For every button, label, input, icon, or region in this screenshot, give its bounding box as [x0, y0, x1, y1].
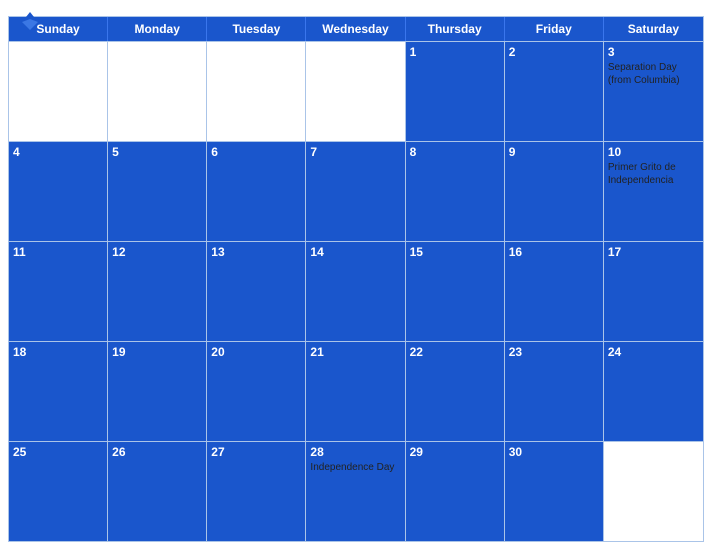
holiday-label: Primer Grito de Independencia: [608, 161, 699, 187]
day-number: 3: [608, 45, 699, 59]
table-row: 16: [505, 242, 604, 341]
table-row: 2: [505, 42, 604, 141]
table-row: 12: [108, 242, 207, 341]
day-number: 24: [608, 345, 699, 359]
calendar-week-5: 25 26 27 28 Independence Day 29 30: [9, 441, 703, 541]
table-row: [306, 42, 405, 141]
table-row: 6: [207, 142, 306, 241]
day-number: 16: [509, 245, 599, 259]
table-row: 7: [306, 142, 405, 241]
logo-icon: [16, 8, 44, 36]
day-number: 19: [112, 345, 202, 359]
table-row: 28 Independence Day: [306, 442, 405, 541]
table-row: 29: [406, 442, 505, 541]
day-number: 28: [310, 445, 400, 459]
table-row: 22: [406, 342, 505, 441]
calendar-header: [0, 0, 712, 16]
day-number: 30: [509, 445, 599, 459]
day-number: 12: [112, 245, 202, 259]
table-row: [108, 42, 207, 141]
day-number: 29: [410, 445, 500, 459]
table-row: 23: [505, 342, 604, 441]
day-number: 1: [410, 45, 500, 59]
day-number: 21: [310, 345, 400, 359]
table-row: 9: [505, 142, 604, 241]
table-row: [9, 42, 108, 141]
day-number: 11: [13, 245, 103, 259]
table-row: 18: [9, 342, 108, 441]
day-number: 20: [211, 345, 301, 359]
weekday-header-thursday: Thursday: [406, 17, 505, 41]
table-row: 30: [505, 442, 604, 541]
table-row: 27: [207, 442, 306, 541]
day-number: 6: [211, 145, 301, 159]
day-number: 8: [410, 145, 500, 159]
weekday-header-friday: Friday: [505, 17, 604, 41]
table-row: [207, 42, 306, 141]
table-row: 11: [9, 242, 108, 341]
weekday-header-tuesday: Tuesday: [207, 17, 306, 41]
table-row: 10 Primer Grito de Independencia: [604, 142, 703, 241]
day-number: 22: [410, 345, 500, 359]
table-row: 8: [406, 142, 505, 241]
day-number: 2: [509, 45, 599, 59]
table-row: 21: [306, 342, 405, 441]
calendar-week-1: 123 Separation Day (from Columbia): [9, 41, 703, 141]
day-number: 15: [410, 245, 500, 259]
day-number: 5: [112, 145, 202, 159]
day-number: 9: [509, 145, 599, 159]
table-row: 26: [108, 442, 207, 541]
table-row: 15: [406, 242, 505, 341]
logo: [16, 8, 48, 36]
table-row: 19: [108, 342, 207, 441]
day-number: 13: [211, 245, 301, 259]
table-row: 25: [9, 442, 108, 541]
table-row: 24: [604, 342, 703, 441]
holiday-label: Independence Day: [310, 461, 400, 474]
table-row: 4: [9, 142, 108, 241]
day-number: 26: [112, 445, 202, 459]
day-number: 14: [310, 245, 400, 259]
weekday-header-wednesday: Wednesday: [306, 17, 405, 41]
day-number: 7: [310, 145, 400, 159]
table-row: 1: [406, 42, 505, 141]
table-row: 5: [108, 142, 207, 241]
table-row: 13: [207, 242, 306, 341]
calendar-page: SundayMondayTuesdayWednesdayThursdayFrid…: [0, 0, 712, 550]
day-number: 17: [608, 245, 699, 259]
holiday-label: Separation Day (from Columbia): [608, 61, 699, 87]
day-number: 23: [509, 345, 599, 359]
day-number: 25: [13, 445, 103, 459]
day-number: 27: [211, 445, 301, 459]
table-row: 20: [207, 342, 306, 441]
table-row: [604, 442, 703, 541]
calendar-body: 123Separation Day (from Columbia)4567891…: [9, 41, 703, 541]
table-row: 14: [306, 242, 405, 341]
calendar-week-3: 11 12 13 14 15 16 17: [9, 241, 703, 341]
day-number: 18: [13, 345, 103, 359]
weekday-header-row: SundayMondayTuesdayWednesdayThursdayFrid…: [9, 17, 703, 41]
calendar-grid: SundayMondayTuesdayWednesdayThursdayFrid…: [8, 16, 704, 542]
calendar-week-2: 456789 10 Primer Grito de Independencia: [9, 141, 703, 241]
table-row: 17: [604, 242, 703, 341]
day-number: 4: [13, 145, 103, 159]
calendar-week-4: 18 19 20 21 22 23 24: [9, 341, 703, 441]
day-number: 10: [608, 145, 699, 159]
table-row: 3 Separation Day (from Columbia): [604, 42, 703, 141]
weekday-header-saturday: Saturday: [604, 17, 703, 41]
weekday-header-monday: Monday: [108, 17, 207, 41]
